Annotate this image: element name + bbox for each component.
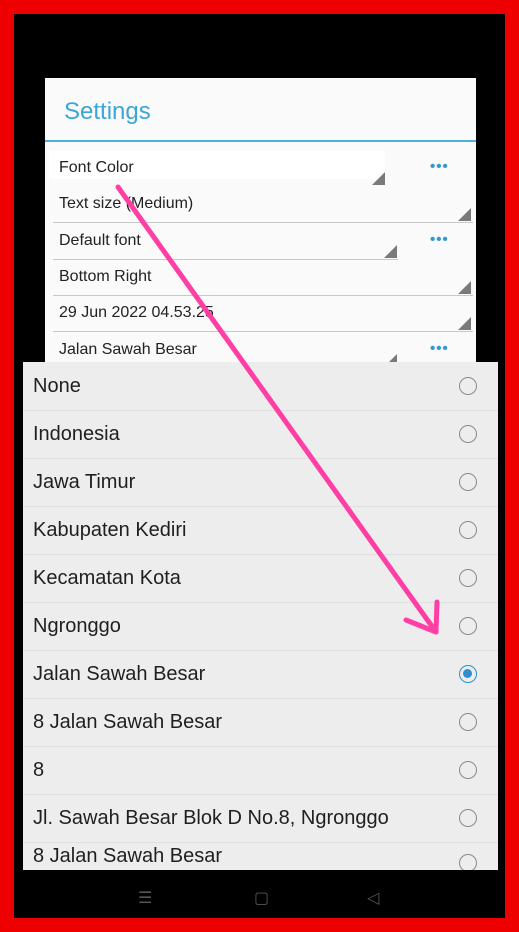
more-dots-icon[interactable]: ••• (430, 231, 449, 248)
option-label: Indonesia (33, 423, 120, 445)
option-row[interactable]: Jawa Timur (23, 458, 498, 507)
radio-button[interactable] (459, 569, 477, 587)
option-label: Ngronggo (33, 615, 121, 637)
option-row[interactable]: Jl. Sawah Besar Blok D No.8, Ngronggo (23, 794, 498, 843)
position-spinner[interactable]: Bottom Right (47, 260, 474, 296)
spinner-underline (53, 222, 473, 223)
setting-label: Text size (Medium) (59, 195, 194, 212)
option-label: Kabupaten Kediri (33, 519, 187, 541)
location-options-dialog: None Indonesia Jawa Timur Kabupaten Kedi… (23, 362, 498, 870)
setting-label: Bottom Right (59, 268, 152, 285)
option-label: Jl. Sawah Besar Blok D No.8, Ngronggo (33, 807, 389, 829)
font-color-spinner[interactable]: Font Color (47, 151, 474, 187)
home-icon[interactable]: ▢ (254, 888, 269, 908)
radio-button[interactable] (459, 473, 477, 491)
option-label: Jalan Sawah Besar (33, 663, 206, 685)
option-row[interactable]: Kecamatan Kota (23, 554, 498, 603)
option-label: 8 Jalan Sawah Besar (33, 711, 223, 733)
option-row[interactable]: None (23, 362, 498, 411)
option-row[interactable]: 8 Jalan Sawah Besar (23, 698, 498, 747)
datetime-spinner[interactable]: 29 Jun 2022 04.53.25 (47, 296, 474, 332)
more-dots-icon[interactable]: ••• (430, 158, 449, 175)
spinner-arrow-icon (372, 172, 385, 185)
text-size-spinner[interactable]: Text size (Medium) (47, 187, 474, 223)
settings-panel: Settings Font Color ••• Text size (Mediu… (45, 78, 476, 378)
option-label: None (33, 375, 81, 397)
option-row[interactable]: 8 Jalan Sawah Besar (23, 842, 498, 870)
spinner-arrow-icon (458, 281, 471, 294)
radio-button[interactable] (459, 713, 477, 731)
setting-label: Jalan Sawah Besar (59, 341, 197, 358)
option-label: Kecamatan Kota (33, 567, 181, 589)
spinner-underline (53, 331, 473, 332)
option-row[interactable]: 8 (23, 746, 498, 795)
radio-button[interactable] (459, 377, 477, 395)
phone-screen: Settings Font Color ••• Text size (Mediu… (14, 14, 505, 918)
more-dots-icon[interactable]: ••• (430, 340, 449, 357)
option-label: 8 Jalan Sawah Besar (33, 845, 223, 867)
spinner-arrow-icon (458, 317, 471, 330)
radio-button[interactable] (459, 809, 477, 827)
setting-label: Default font (59, 232, 141, 249)
option-label: 8 (33, 759, 45, 781)
navigation-bar: ☰ ▢ ◁ (14, 878, 505, 918)
option-row[interactable]: Ngronggo (23, 602, 498, 651)
option-row-selected[interactable]: Jalan Sawah Besar (23, 650, 498, 699)
option-label: Jawa Timur (33, 471, 136, 493)
radio-button[interactable] (459, 854, 477, 870)
option-row[interactable]: Kabupaten Kediri (23, 506, 498, 555)
radio-button-checked[interactable] (459, 665, 477, 683)
title-divider (45, 140, 476, 142)
default-font-spinner[interactable]: Default font (47, 224, 474, 260)
menu-icon[interactable]: ☰ (138, 888, 152, 908)
setting-label: 29 Jun 2022 04.53.25 (59, 304, 214, 321)
radio-button[interactable] (459, 761, 477, 779)
radio-button[interactable] (459, 425, 477, 443)
settings-title: Settings (64, 98, 151, 125)
spinner-arrow-icon (384, 245, 397, 258)
radio-button[interactable] (459, 521, 477, 539)
option-row[interactable]: Indonesia (23, 410, 498, 459)
spinner-arrow-icon (458, 208, 471, 221)
radio-button[interactable] (459, 617, 477, 635)
back-icon[interactable]: ◁ (367, 888, 379, 908)
setting-label: Font Color (59, 159, 134, 176)
